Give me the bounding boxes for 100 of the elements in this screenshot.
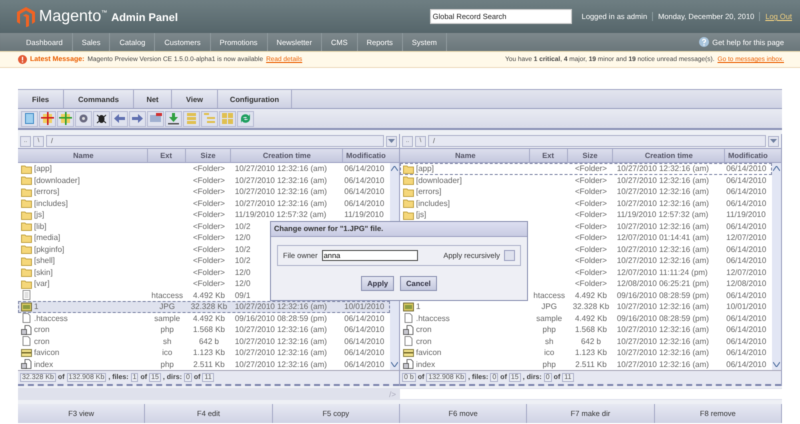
- file-row[interactable]: .htaccess sample 4.492 Kb 09/16/2010 08:28:59 (pm) 06/14/2010: [400, 312, 772, 324]
- file-name: cron: [416, 325, 432, 334]
- creation-time: 10/27/2010 12:32:16 (am): [234, 176, 327, 185]
- file-extension: sh: [544, 336, 554, 346]
- file-name: favicon: [34, 348, 60, 358]
- file-size: <Folder>: [574, 279, 607, 288]
- arrow-right-icon[interactable]: [129, 110, 146, 126]
- scrollbar[interactable]: [772, 163, 781, 370]
- modification-time: 06/14/2010: [726, 176, 766, 185]
- modification-time: 06/14/2010: [726, 244, 766, 254]
- gear-icon[interactable]: [75, 110, 92, 126]
- creation-time: 10/27/2010 12:32:16 (am): [616, 244, 709, 254]
- file-name: [errors]: [416, 187, 442, 196]
- scroll-up-icon[interactable]: [773, 166, 780, 171]
- file-icon: [403, 313, 414, 324]
- modification-time: 12/07/2010: [726, 268, 766, 277]
- creation-time: 11/19/2010 12:57:32 (am): [234, 210, 326, 220]
- file-row[interactable]: 1 JPG 32.328 Kb 10/27/2010 12:32:16 (am) 10/01/2010: [18, 301, 390, 312]
- scroll-down-icon[interactable]: [773, 362, 780, 367]
- creation-time: 10/27/2010 12:32:16 (am): [616, 256, 709, 266]
- folder-icon: [21, 267, 32, 278]
- creation-time: 10/27/2010 12:32:16 (am): [234, 302, 327, 312]
- file-size: <Folder>: [574, 233, 607, 242]
- file-row[interactable]: [skin] <Folder> 12/0: [18, 266, 390, 278]
- alert-icon: [18, 55, 27, 64]
- file-row[interactable]: htaccess 4.492 Kb 09/1: [18, 290, 390, 301]
- card-file-icon: [21, 348, 32, 358]
- folder-icon: [403, 175, 414, 186]
- modification-time: 06/14/2010: [344, 314, 384, 323]
- arrow-left-icon[interactable]: [111, 110, 128, 126]
- file-row[interactable]: cron sh 642 b 10/27/2010 12:32:16 (am) 06/14/2010: [18, 336, 390, 347]
- file-row[interactable]: [errors] <Folder> 10/27/2010 12:32:16 (am) 06/14/2010: [18, 186, 390, 198]
- scroll-down-icon[interactable]: [391, 362, 398, 367]
- creation-time: 10/27/2010 12:32:16 (am): [234, 198, 327, 208]
- dropdown-button[interactable]: [768, 136, 779, 146]
- file-row[interactable]: [downloader] <Folder> 10/27/2010 12:32:16 (am) 06/14/2010: [400, 174, 772, 186]
- folder-icon: [403, 186, 414, 197]
- file-name: 1: [416, 302, 420, 312]
- refresh-icon[interactable]: [237, 110, 254, 126]
- scroll-up-icon[interactable]: [391, 166, 398, 171]
- file-row[interactable]: index php 2.511 Kb 10/27/2010 12:32:16 (am) 06/14/2010: [18, 358, 390, 370]
- creation-time: 10/2: [234, 222, 250, 231]
- modification-time: 10/01/2010: [726, 302, 766, 312]
- file-row[interactable]: [app] <Folder> 10/27/2010 12:32:16 (am) 06/14/2010: [18, 163, 390, 174]
- modification-time: 06/14/2010: [344, 325, 384, 334]
- file-extension: php: [160, 360, 174, 369]
- creation-time: 12/0: [234, 233, 250, 242]
- file-row[interactable]: [app] <Folder> 10/27/2010 12:32:16 (am) 06/14/2010: [400, 163, 772, 174]
- file-row[interactable]: [js] <Folder> 11/19/2010 12:57:32 (am) 11/19/2010: [400, 209, 772, 220]
- creation-time: 10/27/2010 12:32:16 (am): [234, 336, 327, 346]
- creation-time: 10/27/2010 12:32:16 (am): [616, 325, 709, 334]
- modification-time: 06/14/2010: [344, 336, 384, 346]
- creation-time: 12/0: [234, 279, 250, 288]
- file-extension: php: [542, 325, 556, 334]
- modification-time: 06/14/2010: [726, 360, 766, 369]
- file-name: [app]: [34, 164, 52, 174]
- dropdown-button[interactable]: [386, 136, 397, 146]
- creation-time: 09/16/2010 08:28:59 (pm): [616, 314, 709, 323]
- file-row[interactable]: [includes] <Folder> 10/27/2010 12:32:16 (am) 06/14/2010: [18, 198, 390, 209]
- file-size: 1.123 Kb: [192, 348, 225, 358]
- creation-time: 09/16/2010 08:28:59 (pm): [616, 290, 709, 300]
- file-extension: htaccess: [533, 290, 565, 300]
- folder-icon: [21, 221, 32, 232]
- file-size: <Folder>: [192, 198, 225, 208]
- script-file-icon: [403, 324, 414, 335]
- book-icon[interactable]: [21, 110, 38, 126]
- file-size: <Folder>: [574, 198, 607, 208]
- file-row[interactable]: favicon ico 1.123 Kb 10/27/2010 12:32:16 (am) 06/14/2010: [400, 347, 772, 358]
- download-icon[interactable]: [165, 110, 182, 126]
- monitor-icon[interactable]: [147, 110, 164, 126]
- modification-time: 12/08/2010: [726, 279, 766, 288]
- creation-time: 10/27/2010 12:32:16 (am): [234, 187, 327, 196]
- recursive-checkbox[interactable]: [504, 250, 515, 261]
- command-field[interactable]: [400, 389, 782, 399]
- modification-time: 06/14/2010: [726, 314, 766, 323]
- archive-icon[interactable]: [57, 110, 74, 126]
- folder-icon: [21, 278, 32, 289]
- folder-icon: [21, 175, 32, 186]
- file-size: <Folder>: [574, 164, 607, 174]
- file-row[interactable]: favicon ico 1.123 Kb 10/27/2010 12:32:16 (am) 06/14/2010: [18, 347, 390, 358]
- file-row[interactable]: [includes] <Folder> 10/27/2010 12:32:16 (am) 06/14/2010: [400, 198, 772, 209]
- file-size: <Folder>: [192, 268, 225, 277]
- file-row[interactable]: 1 JPG 32.328 Kb 10/27/2010 12:32:16 (am) 10/01/2010: [400, 301, 772, 312]
- file-row[interactable]: [js] <Folder> 11/19/2010 12:57:32 (am) 11/19/2010: [18, 209, 390, 220]
- file-row[interactable]: [downloader] <Folder> 10/27/2010 12:32:16 (am) 06/14/2010: [18, 174, 390, 186]
- file-size: <Folder>: [192, 187, 225, 196]
- file-size: <Folder>: [192, 256, 225, 266]
- file-row[interactable]: index php 2.511 Kb 10/27/2010 12:32:16 (am) 06/14/2010: [400, 358, 772, 370]
- file-row[interactable]: cron sh 642 b 10/27/2010 12:32:16 (am) 06/14/2010: [400, 336, 772, 347]
- file-row[interactable]: cron php 1.568 Kb 10/27/2010 12:32:16 (am) 06/14/2010: [400, 324, 772, 336]
- file-name: [includes]: [34, 198, 68, 208]
- file-row[interactable]: cron php 1.568 Kb 10/27/2010 12:32:16 (am) 06/14/2010: [18, 324, 390, 336]
- file-row[interactable]: .htaccess sample 4.492 Kb 09/16/2010 08:28:59 (pm) 06/14/2010: [18, 312, 390, 324]
- folder-icon: [21, 186, 32, 197]
- archive-icon[interactable]: [39, 110, 56, 126]
- file-size: <Folder>: [574, 210, 607, 220]
- file-row[interactable]: [errors] <Folder> 10/27/2010 12:32:16 (am) 06/14/2010: [400, 186, 772, 198]
- bug-icon[interactable]: [93, 110, 110, 126]
- file-size: 4.492 Kb: [574, 290, 607, 300]
- creation-time: 10/27/2010 12:32:16 (am): [234, 325, 327, 334]
